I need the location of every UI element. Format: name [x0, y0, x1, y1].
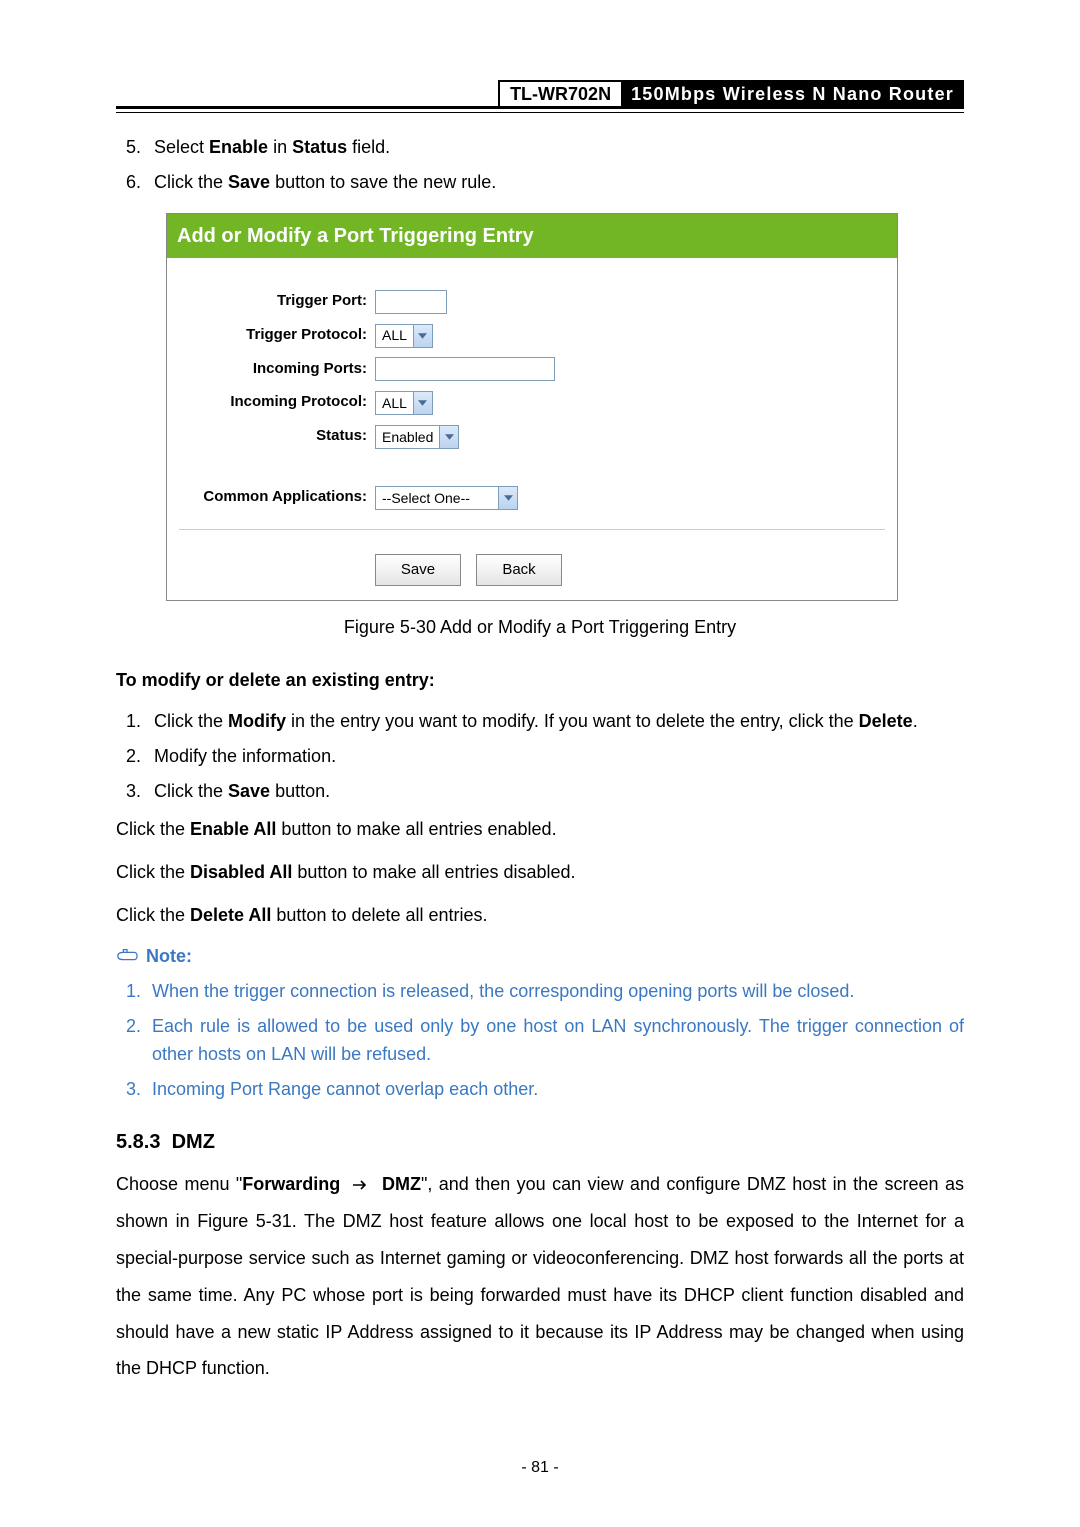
label-status: Status: — [167, 424, 375, 448]
label-trigger-port: Trigger Port: — [167, 289, 375, 313]
dmz-paragraph: Choose menu "Forwarding DMZ", and then y… — [116, 1166, 964, 1387]
trigger-port-input[interactable] — [375, 290, 447, 314]
common-applications-select[interactable]: --Select One-- — [375, 486, 518, 510]
note-2: Each rule is allowed to be used only by … — [146, 1012, 964, 1070]
pointing-hand-icon — [116, 948, 138, 964]
header-model: TL-WR702N — [498, 80, 621, 108]
label-incoming-protocol: Incoming Protocol: — [167, 390, 375, 414]
disable-all-text: Click the Disabled All button to make al… — [116, 854, 964, 891]
section-heading: 5.8.3 DMZ — [116, 1126, 964, 1158]
figure-caption: Figure 5-30 Add or Modify a Port Trigger… — [116, 613, 964, 642]
screenshot-title: Add or Modify a Port Triggering Entry — [167, 214, 897, 258]
port-trigger-screenshot: Add or Modify a Port Triggering Entry Tr… — [166, 213, 898, 602]
status-select[interactable]: Enabled — [375, 425, 459, 449]
steps-top: Select Enable in Status field. Click the… — [116, 133, 964, 197]
delete-all-text: Click the Delete All button to delete al… — [116, 897, 964, 934]
modify-step-2: Modify the information. — [146, 742, 964, 771]
note-list: When the trigger connection is released,… — [116, 977, 964, 1104]
page-header: TL-WR702N 150Mbps Wireless N Nano Router — [116, 80, 964, 113]
label-trigger-protocol: Trigger Protocol: — [167, 323, 375, 347]
note-1: When the trigger connection is released,… — [146, 977, 964, 1006]
arrow-right-icon — [353, 1180, 369, 1190]
note-heading: Note: — [116, 942, 964, 971]
modify-step-3: Click the Save button. — [146, 777, 964, 806]
back-button[interactable]: Back — [476, 554, 562, 586]
incoming-protocol-select[interactable]: ALL — [375, 391, 433, 415]
chevron-down-icon — [439, 426, 458, 448]
modify-step-1: Click the Modify in the entry you want t… — [146, 707, 964, 736]
chevron-down-icon — [498, 487, 517, 509]
modify-steps: Click the Modify in the entry you want t… — [116, 707, 964, 805]
enable-all-text: Click the Enable All button to make all … — [116, 811, 964, 848]
note-3: Incoming Port Range cannot overlap each … — [146, 1075, 964, 1104]
label-incoming-ports: Incoming Ports: — [167, 357, 375, 381]
chevron-down-icon — [413, 325, 432, 347]
trigger-protocol-select[interactable]: ALL — [375, 324, 433, 348]
header-description: 150Mbps Wireless N Nano Router — [621, 80, 964, 108]
step-6: Click the Save button to save the new ru… — [146, 168, 964, 197]
save-button[interactable]: Save — [375, 554, 461, 586]
chevron-down-icon — [413, 392, 432, 414]
incoming-ports-input[interactable] — [375, 357, 555, 381]
step-5: Select Enable in Status field. — [146, 133, 964, 162]
page-number: - 81 - — [0, 1455, 1080, 1481]
modify-heading: To modify or delete an existing entry: — [116, 666, 964, 695]
label-common-applications: Common Applications: — [167, 485, 375, 509]
